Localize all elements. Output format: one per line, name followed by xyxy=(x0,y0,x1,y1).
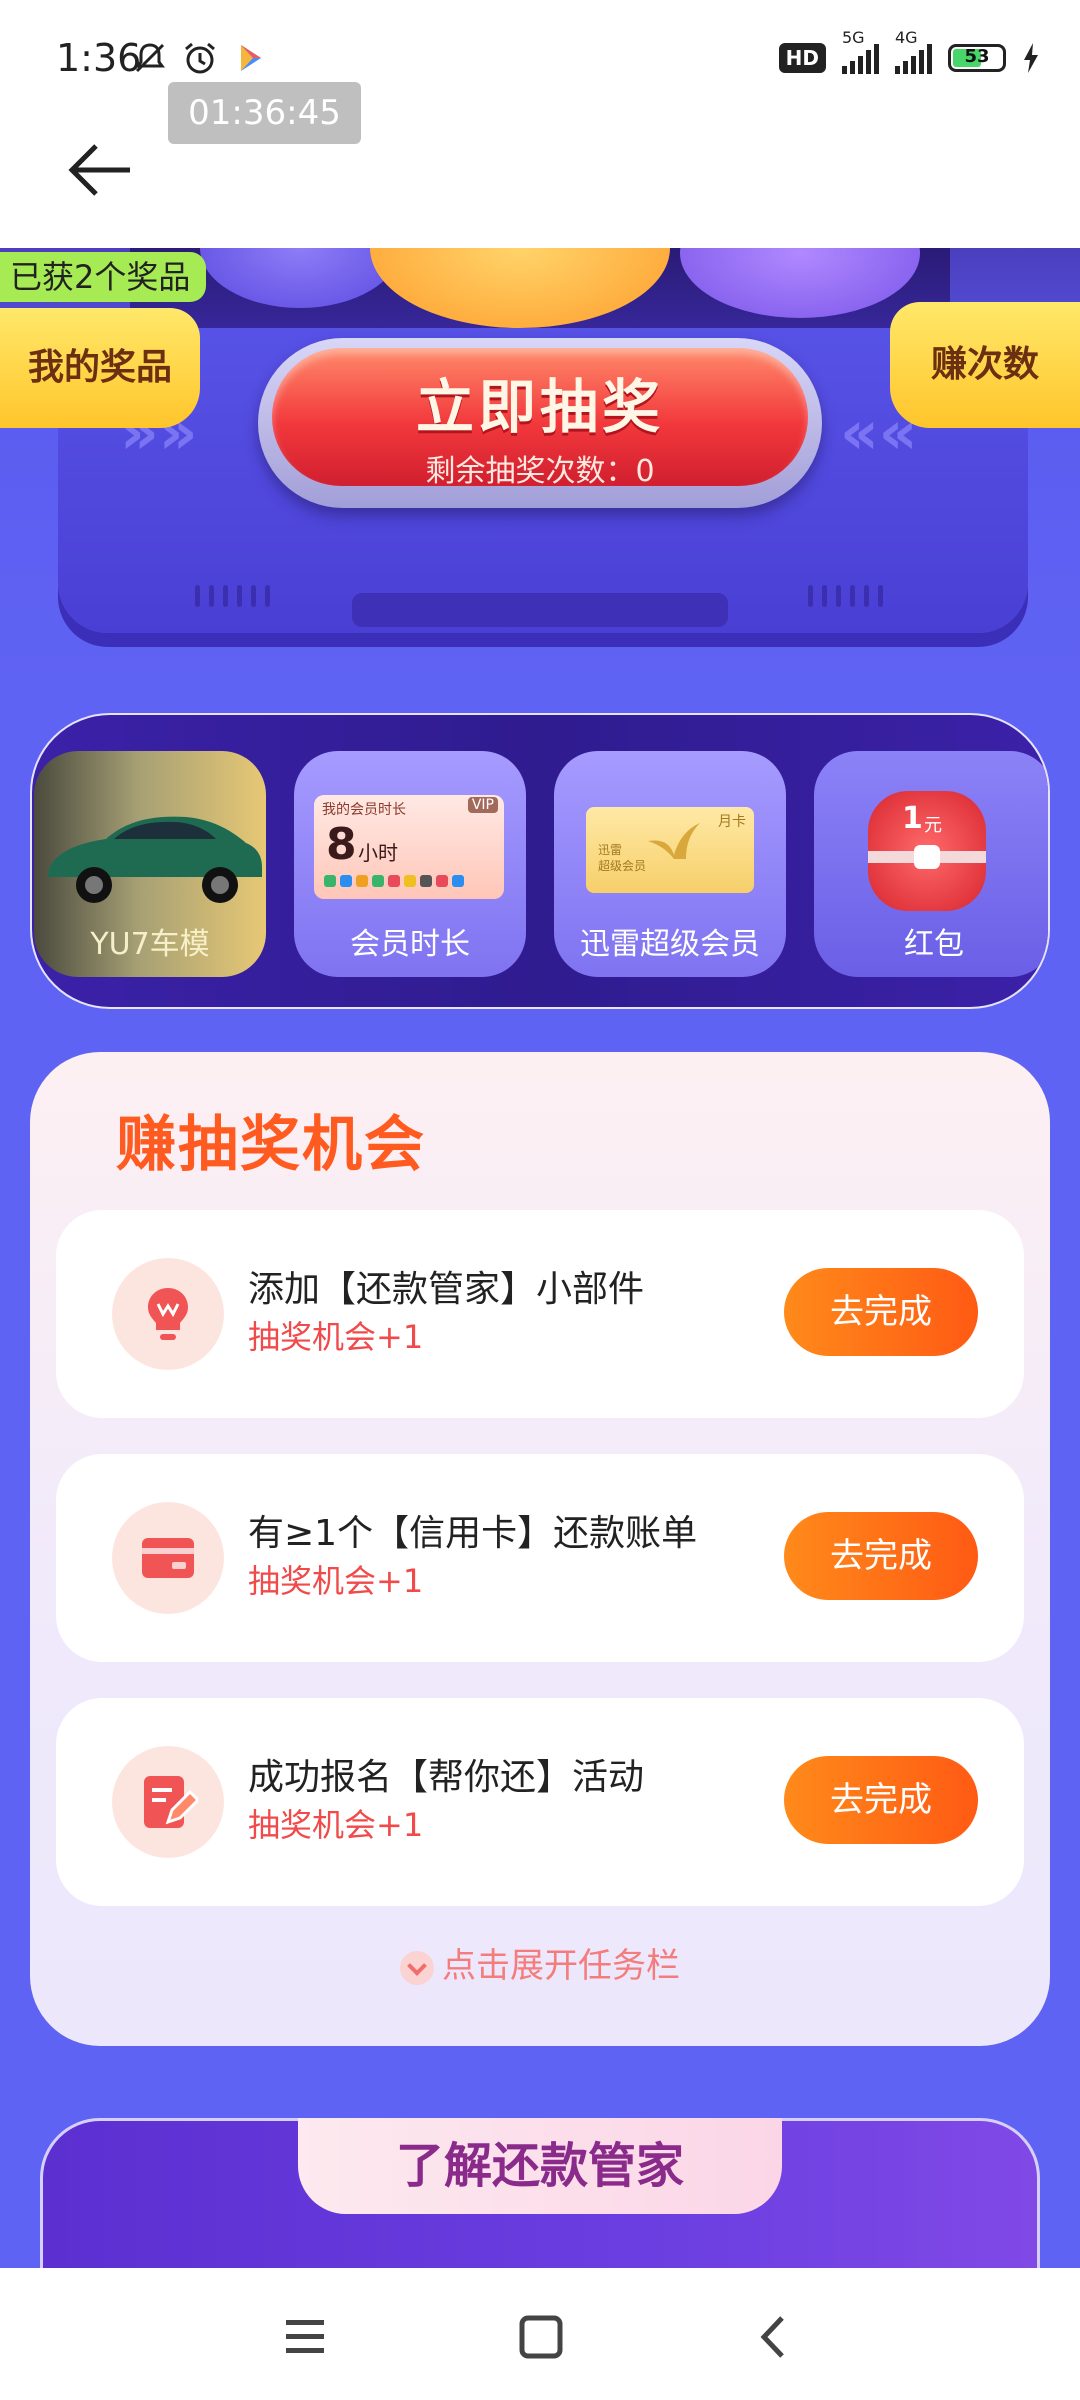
xunlei-vip-card: 月卡 迅雷 超级会员 xyxy=(586,807,754,893)
menu-icon xyxy=(286,2320,324,2353)
prize-name: 红包 xyxy=(904,927,964,962)
mute-icon xyxy=(135,43,165,73)
home-button[interactable] xyxy=(512,2312,572,2362)
nav-back-icon xyxy=(760,2316,784,2358)
task-reward: 抽奖机会+1 xyxy=(248,1806,424,1844)
status-time: 1:36 xyxy=(56,36,142,80)
my-prizes-tag: 已获2个奖品 我的奖品 xyxy=(0,252,206,430)
lightbulb-icon xyxy=(112,1258,224,1370)
status-bar: 1:36 HD 5G 4G 53 xyxy=(0,0,1080,130)
red-packet-image: 1 元 xyxy=(868,791,986,911)
signal-4g-icon: 4G xyxy=(895,28,932,74)
draw-now-button[interactable]: 立即抽奖 剩余抽奖次数：0 xyxy=(258,338,822,508)
alarm-icon xyxy=(185,42,215,74)
task-card: 添加【还款管家】小部件 抽奖机会+1 去完成 xyxy=(56,1210,1024,1418)
charging-icon xyxy=(1024,43,1038,73)
hd-badge: HD xyxy=(778,43,826,73)
earn-times-button[interactable]: 赚次数 xyxy=(890,302,1080,428)
prize-carousel[interactable]: YU7车模 我的会员时长 VIP 8 小时 会员时长 月卡 迅雷 超级会员 迅雷… xyxy=(30,713,1050,1009)
prize-name: YU7车模 xyxy=(90,927,210,962)
app-bar xyxy=(0,130,1080,250)
signal-5g-icon: 5G xyxy=(842,28,879,74)
expand-label: 点击展开任务栏 xyxy=(442,1946,680,1986)
bird-logo-icon xyxy=(648,823,700,859)
prize-card-xunlei-vip[interactable]: 月卡 迅雷 超级会员 迅雷超级会员 xyxy=(554,751,786,977)
remaining-draws: 剩余抽奖次数：0 xyxy=(425,454,655,489)
timer-overlay: 01:36:45 xyxy=(168,82,361,144)
prize-card-car[interactable]: YU7车模 xyxy=(34,751,266,977)
task-name: 有≥1个【信用卡】还款账单 xyxy=(248,1513,698,1554)
chevron-down-icon xyxy=(400,1950,434,1985)
my-prizes-button[interactable]: 我的奖品 xyxy=(0,308,200,428)
card-icon xyxy=(112,1502,224,1614)
earn-chances-panel: 赚抽奖机会 添加【还款管家】小部件 抽奖机会+1 去完成 有≥1个【信用卡】还款… xyxy=(30,1052,1050,2046)
task-name: 添加【还款管家】小部件 xyxy=(248,1269,645,1310)
prize-card-red-packet[interactable]: 1 元 红包 xyxy=(814,751,1048,977)
nav-back-button[interactable] xyxy=(746,2312,806,2362)
edit-icon xyxy=(112,1746,224,1858)
go-complete-button[interactable]: 去完成 xyxy=(784,1268,978,1356)
system-nav-bar xyxy=(0,2268,1080,2400)
expand-tasks-button[interactable]: 点击展开任务栏 xyxy=(30,1938,1050,1987)
task-card: 成功报名【帮你还】活动 抽奖机会+1 去完成 xyxy=(56,1698,1024,1906)
back-arrow-icon xyxy=(68,144,130,196)
home-icon xyxy=(519,2315,563,2359)
back-button[interactable] xyxy=(66,140,156,210)
prize-card-membership-time[interactable]: 我的会员时长 VIP 8 小时 会员时长 xyxy=(294,751,526,977)
menu-button[interactable] xyxy=(276,2312,336,2362)
task-card: 有≥1个【信用卡】还款账单 抽奖机会+1 去完成 xyxy=(56,1454,1024,1662)
car-model-image xyxy=(48,816,262,903)
task-reward: 抽奖机会+1 xyxy=(248,1318,424,1356)
task-reward: 抽奖机会+1 xyxy=(248,1562,424,1600)
prize-slot xyxy=(352,593,728,627)
go-complete-button[interactable]: 去完成 xyxy=(784,1756,978,1844)
battery-icon: 53 xyxy=(948,44,1006,72)
prizes-won-badge: 已获2个奖品 xyxy=(0,252,206,302)
go-complete-button[interactable]: 去完成 xyxy=(784,1512,978,1600)
prize-name: 迅雷超级会员 xyxy=(580,927,760,962)
play-store-icon xyxy=(241,45,261,71)
draw-button-title: 立即抽奖 xyxy=(415,373,664,441)
panel-title: 赚抽奖机会 xyxy=(116,1110,426,1180)
task-name: 成功报名【帮你还】活动 xyxy=(248,1757,645,1798)
learn-section-title[interactable]: 了解还款管家 xyxy=(298,2118,782,2214)
prize-name: 会员时长 xyxy=(350,927,470,962)
membership-time-card: 我的会员时长 VIP 8 小时 xyxy=(314,795,504,899)
